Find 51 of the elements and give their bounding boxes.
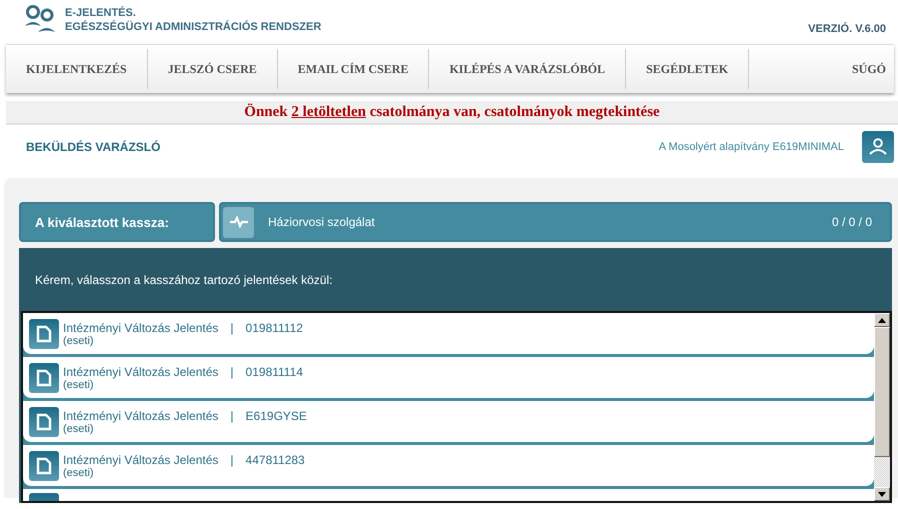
nav-link[interactable]: KIJELENTKEZÉS — [6, 49, 148, 89]
notice-text: Önnek 2 letöltetlen csatolmánya van, csatolmányok megtekintése — [244, 104, 660, 120]
report-type: (eseti) — [63, 378, 95, 390]
nav-link[interactable]: SEGÉDLETEK — [626, 49, 750, 89]
people-logo-icon — [24, 4, 56, 34]
wizard-title: BEKÜLDÉS VARÁZSLÓ — [26, 140, 160, 154]
separator-text: | — [230, 408, 234, 422]
report-title: Intézményi Változás Jelentés — [63, 320, 218, 334]
separator-text: | — [230, 452, 234, 466]
scroll-down-button[interactable] — [874, 487, 890, 501]
report-item[interactable]: Intézményi Változás Jelentés | E619GYSE (eseti) — [23, 401, 874, 442]
scroll-up-button[interactable] — [874, 313, 890, 327]
app-subtitle: EGÉSZSÉGÜGYI ADMINISZTRÁCIÓS RENDSZER — [65, 20, 322, 34]
separator-text: | — [230, 320, 234, 334]
scrollbar[interactable] — [874, 313, 890, 501]
selected-fund-label: A kiválasztott kassza: — [19, 202, 215, 242]
report-code: 019811114 — [246, 364, 303, 378]
down-triangle-icon — [878, 492, 886, 496]
pulse-icon — [223, 206, 254, 238]
fund-counts: 0 / 0 / 0 — [832, 215, 872, 229]
user-profile-button[interactable] — [862, 131, 894, 163]
document-icon — [29, 362, 59, 392]
document-icon — [29, 406, 59, 436]
report-type: (eseti) — [63, 466, 95, 478]
app-title: E-JELENTÉS. — [65, 6, 137, 20]
selection-prompt: Kérem, válasszon a kasszához tartozó jelentések közül: — [34, 272, 334, 289]
report-item[interactable]: Intézményi Változás Jelentés | 019811114 (eseti) — [23, 357, 874, 398]
user-icon — [868, 137, 888, 157]
report-item[interactable]: Intézményi Változás Jelentés | 019811112 (eseti) — [23, 313, 874, 354]
report-title: Intézményi Változás Jelentés — [63, 408, 218, 422]
nav-link[interactable]: EMAIL CÍM CSERE — [278, 49, 430, 89]
organization-name: A Mosolyért alapítvány E619MINIMAL — [658, 141, 844, 153]
fund-name: Háziorvosi szolgálat — [268, 215, 375, 229]
report-type: (eseti) — [63, 334, 95, 346]
separator-text: | — [230, 364, 234, 378]
nav-link[interactable]: JELSZÓ CSERE — [148, 49, 278, 89]
document-icon — [29, 450, 59, 480]
document-icon — [29, 318, 59, 348]
report-code: 019811112 — [246, 320, 303, 334]
scroll-thumb[interactable] — [874, 327, 890, 457]
version-label: VERZIÓ. V.6.00 — [808, 23, 886, 35]
report-code: 447811283 — [246, 452, 305, 466]
download-link[interactable]: 2 letöltetlen — [291, 104, 366, 120]
report-code: E619GYSE — [246, 408, 307, 422]
up-triangle-icon — [878, 318, 886, 322]
report-title: Intézményi Változás Jelentés — [63, 364, 218, 378]
report-item[interactable]: Intézményi Változás Jelentés | 447811283 (eseti) — [23, 445, 874, 486]
report-type: (eseti) — [63, 422, 95, 434]
nav-link[interactable]: KILÉPÉS A VARÁZSLÓBÓL — [429, 49, 626, 89]
help-link[interactable]: SÚGÓ — [832, 49, 894, 89]
report-title: Intézményi Változás Jelentés — [63, 452, 218, 466]
